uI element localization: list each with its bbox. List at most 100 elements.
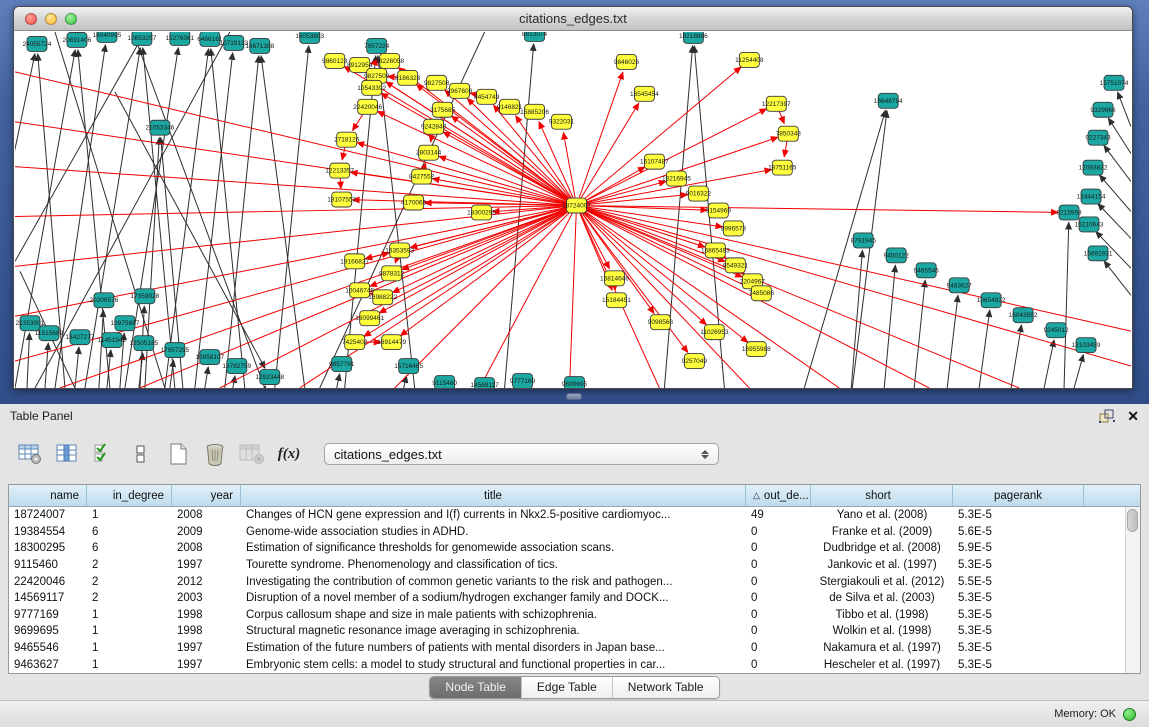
graph-edge[interactable] [225, 56, 259, 388]
column-header[interactable]: pagerank [953, 485, 1084, 506]
table-cell[interactable]: 0 [746, 609, 811, 621]
graph-node[interactable]: 9827508 [424, 75, 450, 90]
table-cell[interactable]: 9463627 [9, 659, 87, 671]
table-cell[interactable]: 2 [87, 559, 172, 571]
graph-node[interactable]: 3175685 [430, 102, 456, 117]
graph-node[interactable]: 11254408 [735, 52, 764, 67]
graph-node[interactable]: 9257049 [682, 354, 708, 369]
unselect-columns-button[interactable] [125, 439, 157, 469]
table-cell[interactable]: 9777169 [9, 609, 87, 621]
graph-edge[interactable] [357, 143, 576, 206]
table-cell[interactable]: 0 [746, 592, 811, 604]
column-header[interactable]: year [172, 485, 241, 506]
graph-node[interactable]: 16955988 [742, 342, 771, 357]
graph-edge[interactable] [947, 295, 958, 388]
column-header[interactable]: △out_de... [746, 485, 811, 506]
column-header[interactable]: short [811, 485, 953, 506]
table-cell[interactable]: 5.6E-5 [953, 526, 1084, 538]
graph-edge[interactable] [265, 386, 266, 388]
graph-node[interactable]: 9450122 [884, 248, 910, 263]
graph-node[interactable]: 9016322 [686, 186, 712, 201]
graph-edge[interactable] [480, 206, 577, 388]
graph-node[interactable]: 12213357 [325, 163, 354, 178]
graph-node[interactable]: 24055724 [23, 36, 52, 51]
graph-edge[interactable] [1064, 222, 1069, 388]
graph-node[interactable]: 16782759 [222, 359, 251, 374]
table-cell[interactable]: 0 [746, 559, 811, 571]
graph-node[interactable]: 8215958 [1056, 205, 1082, 220]
graph-node[interactable]: 15716485 [394, 359, 423, 374]
graph-node[interactable]: 8186328 [395, 70, 421, 85]
table-row[interactable]: 969969511998Structural magnetic resonanc… [9, 623, 1125, 640]
table-cell[interactable]: 2003 [172, 592, 241, 604]
graph-node[interactable]: 16210643 [1075, 217, 1104, 232]
table-cell[interactable]: Wolkin et al. (1998) [811, 625, 953, 637]
table-settings-button[interactable] [14, 439, 46, 469]
table-cell[interactable]: 1998 [172, 625, 241, 637]
graph-edge[interactable] [1104, 146, 1131, 182]
graph-node[interactable]: 10719133 [219, 35, 248, 50]
graph-node[interactable]: 18107553 [327, 192, 356, 207]
table-cell[interactable]: 1 [87, 509, 172, 521]
panel-splitter-handle[interactable] [566, 393, 582, 400]
table-cell[interactable]: 0 [746, 625, 811, 637]
graph-node[interactable]: 9245012 [1043, 323, 1069, 338]
graph-node[interactable]: 8996573 [721, 221, 747, 236]
table-cell[interactable]: Embryonic stem cells: a model to study s… [241, 659, 746, 671]
graph-node[interactable]: 11451942 [98, 333, 127, 348]
table-cell[interactable]: 9699695 [9, 625, 87, 637]
graph-node[interactable]: 9857791 [329, 357, 355, 372]
table-cell[interactable]: 2008 [172, 542, 241, 554]
graph-node[interactable]: 16107487 [640, 154, 669, 169]
graph-node[interactable]: 4170065 [401, 195, 427, 210]
graph-edge[interactable] [261, 56, 305, 388]
table-cell[interactable]: Hescheler et al. (1997) [811, 659, 953, 671]
table-cell[interactable]: 5.3E-5 [953, 559, 1084, 571]
column-visibility-button[interactable] [51, 439, 83, 469]
graph-node[interactable]: 15751074 [1100, 75, 1129, 90]
graph-edge[interactable] [1108, 118, 1131, 153]
graph-node[interactable]: 9242848 [421, 119, 447, 134]
network-window[interactable]: citations_edges.txt 24055724206914061604… [13, 6, 1133, 389]
table-cell[interactable]: 9115460 [9, 559, 87, 571]
table-cell[interactable]: 2 [87, 576, 172, 588]
table-cell[interactable]: 18724007 [9, 509, 87, 521]
graph-edge[interactable] [275, 46, 309, 388]
table-cell[interactable]: 5.3E-5 [953, 659, 1084, 671]
graph-node[interactable]: 7850343 [776, 126, 802, 141]
table-cell[interactable]: 5.9E-5 [953, 542, 1084, 554]
select-all-columns-button[interactable] [88, 439, 120, 469]
table-row[interactable]: 1938455462009Genome-wide association stu… [9, 524, 1125, 541]
graph-node[interactable]: 12093832 [1079, 160, 1108, 175]
graph-node[interactable]: 20206576 [90, 293, 119, 308]
graph-node[interactable]: 9777169 [510, 374, 536, 388]
table-cell[interactable]: 1998 [172, 609, 241, 621]
table-cell[interactable]: 1997 [172, 659, 241, 671]
graph-edge[interactable] [27, 333, 30, 388]
tab-edge-table[interactable]: Edge Table [521, 677, 612, 698]
graph-node[interactable]: 12505185 [129, 336, 158, 351]
delete-column-trash-button[interactable] [199, 439, 231, 469]
graph-node[interactable]: 10958107 [195, 350, 224, 365]
column-header[interactable]: title [241, 485, 746, 506]
table-cell[interactable]: 5.3E-5 [953, 592, 1084, 604]
table-cell[interactable]: 1 [87, 659, 172, 671]
table-cell[interactable]: 5.3E-5 [953, 509, 1084, 521]
table-cell[interactable]: 1997 [172, 559, 241, 571]
graph-node[interactable]: 8427552 [409, 169, 435, 184]
graph-node[interactable]: 9115460 [432, 376, 457, 388]
graph-node[interactable]: 16353593 [385, 243, 414, 258]
table-cell[interactable]: Corpus callosum shape and size in male p… [241, 609, 746, 621]
graph-node[interactable]: 16648784 [874, 93, 903, 108]
table-cell[interactable]: 14569117 [9, 592, 87, 604]
graph-node[interactable]: 12923448 [255, 370, 284, 385]
table-cell[interactable]: 1 [87, 609, 172, 621]
new-table-button[interactable] [162, 439, 194, 469]
table-cell[interactable]: Tourette syndrome. Phenomenology and cla… [241, 559, 746, 571]
graph-edge[interactable] [979, 310, 990, 388]
graph-node[interactable]: 7425402 [342, 335, 368, 350]
network-view-canvas[interactable]: 2405572420691406160409951065325715276061… [15, 32, 1131, 388]
network-window-titlebar[interactable]: citations_edges.txt [14, 7, 1132, 31]
graph-node[interactable]: 9846026 [614, 54, 640, 69]
graph-edge[interactable] [570, 206, 577, 388]
